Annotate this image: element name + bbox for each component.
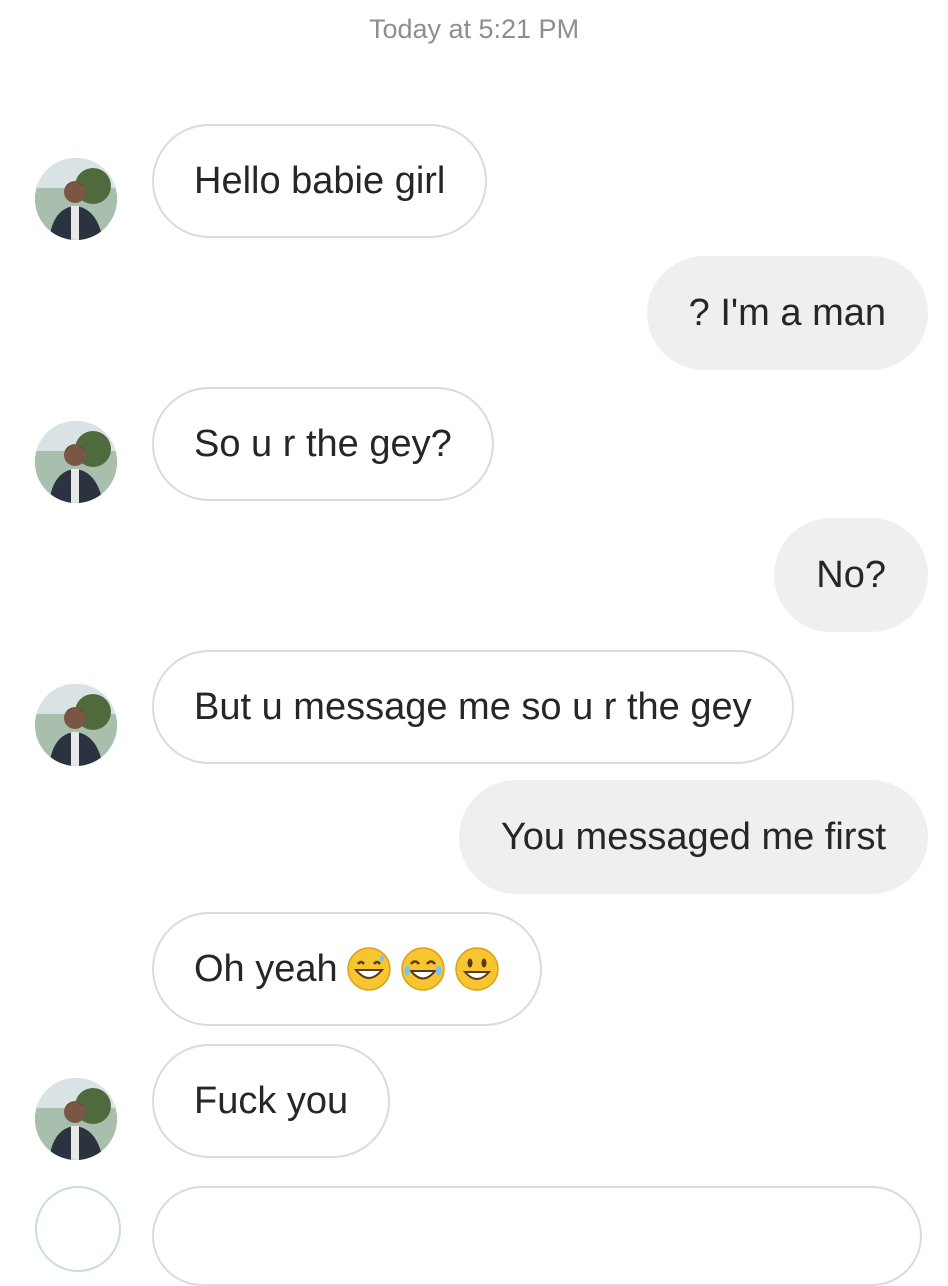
tears-of-joy-emoji	[400, 946, 446, 992]
sender-avatar[interactable]	[35, 684, 117, 766]
incoming-message-bubble[interactable]: Hello babie girl	[152, 124, 488, 238]
incoming-message-bubble[interactable]: But u message me so u r the gey	[152, 650, 794, 764]
message-input[interactable]	[152, 1186, 922, 1286]
incoming-message-bubble[interactable]: Oh yeah	[152, 912, 542, 1026]
sender-avatar[interactable]	[35, 421, 117, 503]
camera-button[interactable]	[35, 1186, 121, 1272]
outgoing-message-bubble[interactable]: No?	[774, 518, 928, 632]
grinning-sweat-emoji	[346, 946, 392, 992]
message-text: Oh yeah	[194, 947, 338, 990]
message-text: Fuck you	[194, 1079, 349, 1122]
incoming-message-bubble[interactable]: So u r the gey?	[152, 387, 494, 501]
smiley-emoji	[454, 946, 500, 992]
message-text: No?	[816, 553, 886, 596]
message-text: Hello babie girl	[194, 159, 446, 202]
message-text: You messaged me first	[500, 815, 886, 858]
incoming-message-bubble[interactable]: Fuck you	[152, 1044, 391, 1158]
message-text: ? I'm a man	[688, 291, 886, 334]
outgoing-message-bubble[interactable]: You messaged me first	[458, 780, 928, 894]
message-content: Oh yeah	[194, 946, 500, 992]
message-text: But u message me so u r the gey	[194, 685, 752, 728]
outgoing-message-bubble[interactable]: ? I'm a man	[646, 256, 928, 370]
thread-timestamp: Today at 5:21 PM	[368, 14, 580, 44]
sender-avatar[interactable]	[35, 158, 117, 240]
sender-avatar[interactable]	[35, 1078, 117, 1160]
message-text: So u r the gey?	[194, 422, 452, 465]
